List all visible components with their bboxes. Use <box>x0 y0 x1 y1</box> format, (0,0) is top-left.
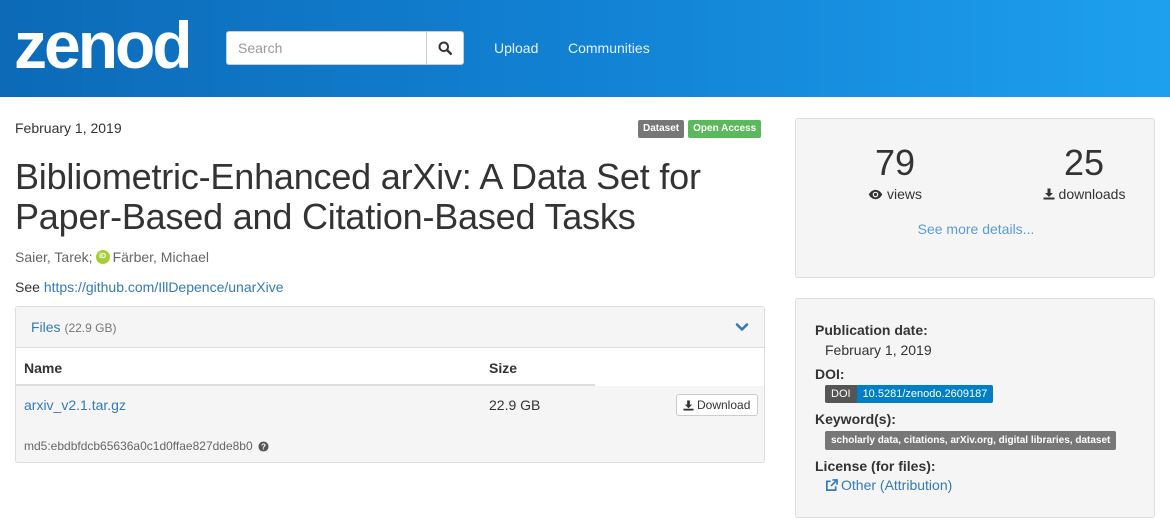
author-saier[interactable]: Saier, Tarek; <box>15 249 93 265</box>
search-button[interactable] <box>426 31 464 65</box>
stats-panel: 79 views 25 downloads See more details..… <box>795 118 1155 278</box>
publication-date-label: Publication date: <box>815 322 928 338</box>
record-description: See https://github.com/IllDepence/unarXi… <box>15 279 284 295</box>
keywords-label: Keyword(s): <box>815 411 896 427</box>
see-more-details-link[interactable]: See more details... <box>796 221 1156 237</box>
license-label: License (for files): <box>815 458 936 474</box>
views-label: views <box>886 186 922 202</box>
external-link-icon <box>826 478 838 491</box>
download-label: Download <box>697 398 751 412</box>
svg-text:?: ? <box>261 442 266 451</box>
files-panel-header[interactable]: Files (22.9 GB) <box>16 307 764 348</box>
record-badges: Dataset Open Access <box>638 120 762 138</box>
downloads-label: downloads <box>1058 186 1126 202</box>
files-total-size: (22.9 GB) <box>64 321 117 335</box>
publication-date-value: February 1, 2019 <box>825 342 932 358</box>
file-size: 22.9 GB <box>489 397 541 413</box>
file-name-link[interactable]: arxiv_v2.1.tar.gz <box>24 397 126 413</box>
doi-badge-value: 10.5281/zenodo.2609187 <box>856 385 994 403</box>
views-stat: 79 views <box>825 141 965 202</box>
svg-text:zenodo: zenodo <box>14 14 188 76</box>
search-icon <box>438 41 452 55</box>
downloads-stat: 25 downloads <box>1014 141 1154 202</box>
record-title: Bibliometric-Enhanced arXiv: A Data Set … <box>15 156 701 237</box>
file-checksum: md5:ebdbfdcb65636a0c1d0ffae827dde8b0 ? <box>24 439 269 453</box>
zenodo-logo[interactable]: zenodo <box>14 14 188 76</box>
download-icon <box>1043 188 1055 200</box>
nav-communities-link[interactable]: Communities <box>568 40 650 56</box>
eye-icon <box>868 189 883 199</box>
orcid-icon[interactable]: iD <box>95 250 110 264</box>
record-info-panel: Publication date: February 1, 2019 DOI: … <box>795 298 1155 518</box>
files-title[interactable]: Files <box>31 319 61 335</box>
download-button[interactable]: Download <box>676 394 759 416</box>
license-text: Other (Attribution) <box>841 477 953 493</box>
md5-text: md5:ebdbfdcb65636a0c1d0ffae827dde8b0 <box>24 439 253 453</box>
header-divider <box>16 384 595 386</box>
nav-upload-link[interactable]: Upload <box>494 40 538 56</box>
open-access-badge[interactable]: Open Access <box>688 120 762 138</box>
files-panel: Files (22.9 GB) Name Size arxiv_v2.1.tar… <box>15 306 765 463</box>
dataset-badge[interactable]: Dataset <box>638 120 685 138</box>
top-navbar: zenodo Upload Communities <box>0 0 1170 97</box>
search-form <box>226 31 464 65</box>
column-name-header: Name <box>24 360 63 376</box>
doi-label: DOI: <box>815 366 845 382</box>
downloads-count: 25 <box>1063 142 1105 183</box>
doi-badge[interactable]: DOI 10.5281/zenodo.2609187 <box>825 385 994 403</box>
author-farber[interactable]: Färber, Michael <box>113 249 209 265</box>
files-table-header: Name Size <box>16 348 764 386</box>
search-input[interactable] <box>226 31 426 65</box>
github-link[interactable]: https://github.com/IllDepence/unarXive <box>44 279 284 295</box>
keywords-badge[interactable]: scholarly data, citations, arXiv.org, di… <box>825 431 1117 450</box>
chevron-down-icon[interactable] <box>735 320 749 334</box>
column-size-header: Size <box>489 360 518 376</box>
publication-date: February 1, 2019 <box>15 120 122 136</box>
download-icon <box>683 399 694 411</box>
authors: Saier, Tarek; iD Färber, Michael <box>15 249 209 265</box>
description-prefix: See <box>15 279 40 295</box>
doi-badge-prefix: DOI <box>825 385 857 403</box>
license-link[interactable]: Other (Attribution) <box>825 477 952 493</box>
question-circle-icon[interactable]: ? <box>258 440 269 452</box>
views-count: 79 <box>874 142 916 183</box>
